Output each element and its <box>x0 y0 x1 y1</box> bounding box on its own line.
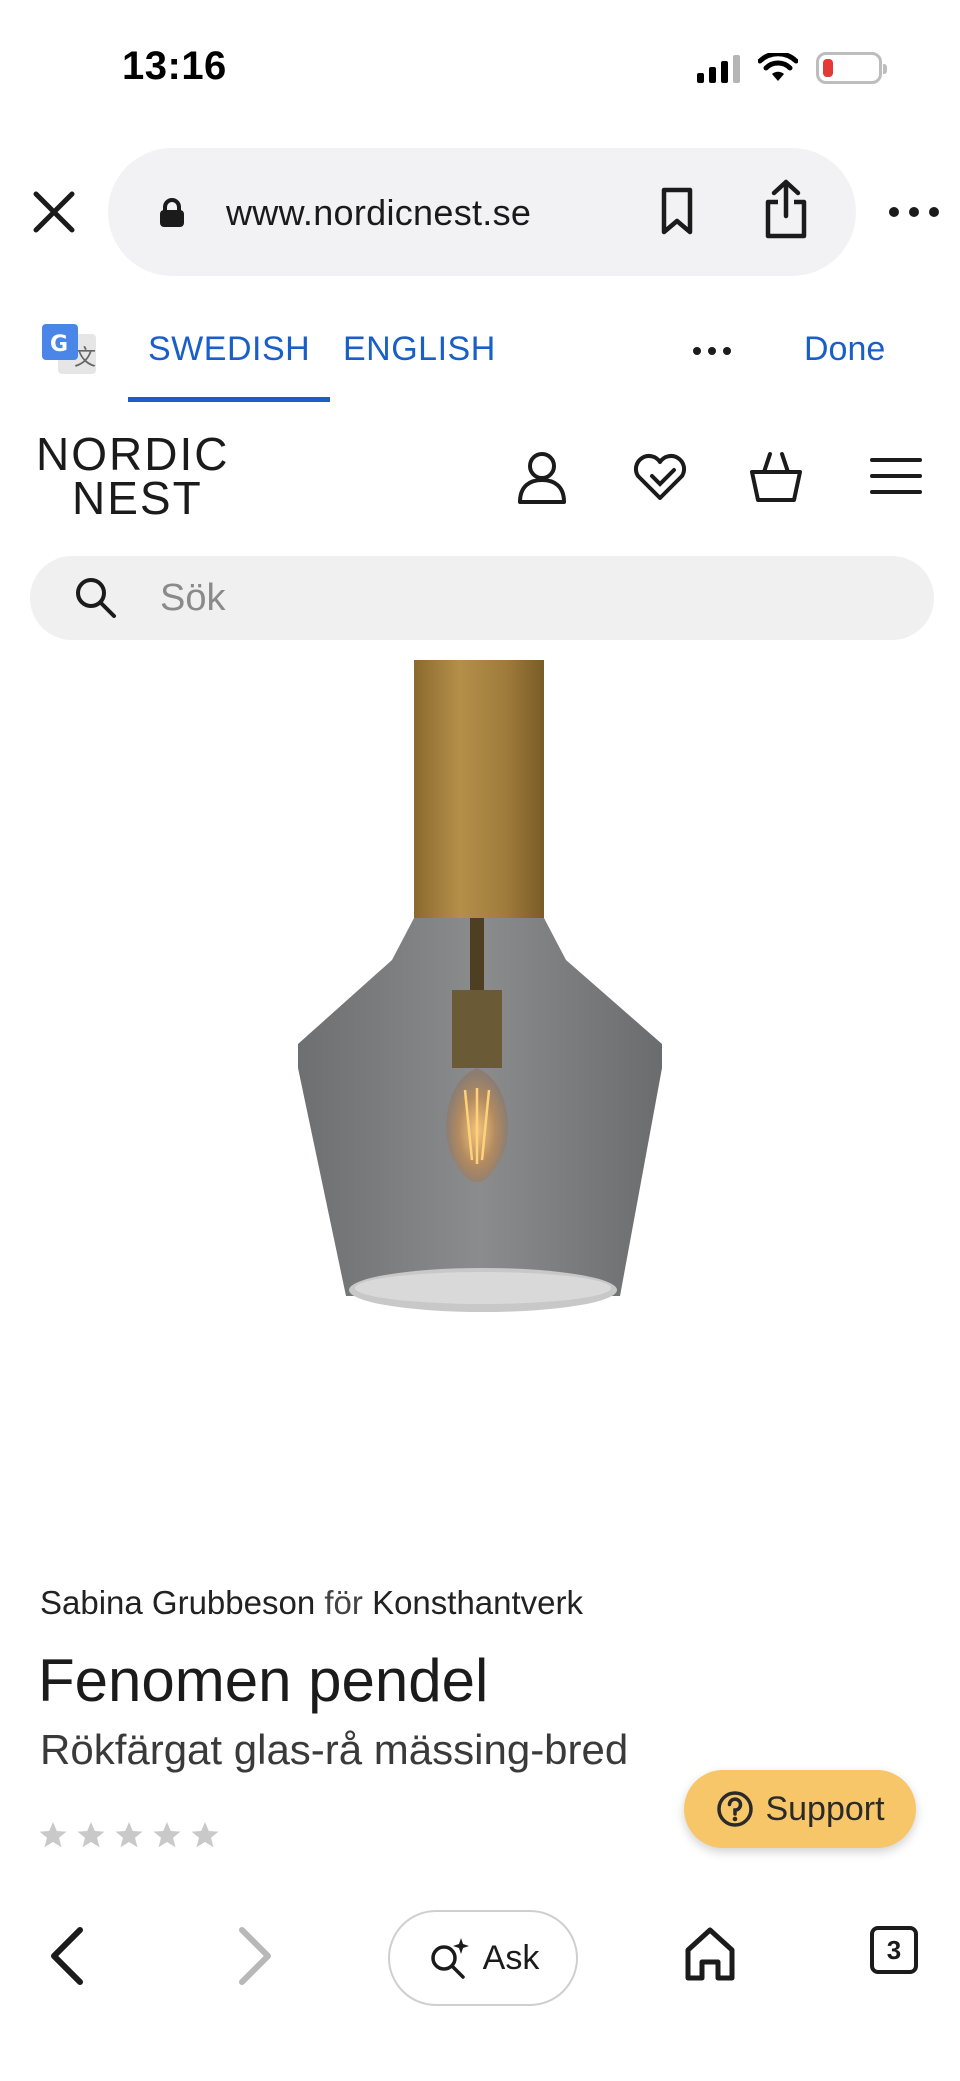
star-icon <box>153 1822 181 1848</box>
support-button[interactable]: Support <box>684 1770 916 1848</box>
share-icon[interactable] <box>762 178 810 240</box>
account-icon[interactable] <box>512 446 572 506</box>
cellular-signal-icon <box>697 53 740 83</box>
rating-stars[interactable] <box>38 1820 220 1850</box>
translate-more-icon[interactable] <box>690 344 734 358</box>
pendant-lamp-illustration <box>298 660 662 1312</box>
basket-icon[interactable] <box>746 446 806 506</box>
browser-bar: www.nordicnest.se <box>0 148 960 278</box>
translate-bar: 文 G SWEDISH ENGLISH Done <box>0 300 960 402</box>
logo-line-2: NEST <box>72 472 203 524</box>
tab-english[interactable]: ENGLISH <box>343 330 496 369</box>
tab-swedish[interactable]: SWEDISH <box>128 330 331 402</box>
translate-done-button[interactable]: Done <box>804 330 885 369</box>
product-title: Fenomen pendel <box>38 1647 489 1714</box>
status-time: 13:16 <box>122 44 227 88</box>
svg-text:G: G <box>50 332 68 357</box>
star-icon <box>39 1822 67 1848</box>
home-icon[interactable] <box>682 1924 738 1984</box>
brand-name[interactable]: Konsthantverk <box>372 1584 583 1621</box>
lock-icon <box>160 198 184 227</box>
question-icon <box>717 1791 754 1827</box>
forward-arrow-icon[interactable] <box>234 1924 278 1988</box>
star-icon <box>191 1822 219 1848</box>
ask-button[interactable]: Ask <box>388 1910 578 2006</box>
google-translate-icon[interactable]: 文 G <box>40 322 98 380</box>
search-input[interactable] <box>160 574 860 622</box>
bookmark-icon[interactable] <box>658 186 696 236</box>
wishlist-heart-icon[interactable] <box>630 446 690 506</box>
ask-label: Ask <box>482 1938 540 1977</box>
battery-icon <box>816 52 887 84</box>
support-label: Support <box>765 1789 885 1828</box>
star-icon <box>77 1822 105 1848</box>
designer-for: för <box>324 1584 363 1621</box>
url-text[interactable]: www.nordicnest.se <box>226 192 531 234</box>
menu-icon[interactable] <box>866 446 926 506</box>
product-image[interactable] <box>0 660 960 1540</box>
more-icon[interactable] <box>886 200 942 224</box>
search-box[interactable] <box>30 556 934 640</box>
product-variant: Rökfärgat glas-rå mässing-bred <box>40 1726 629 1773</box>
designer-name[interactable]: Sabina Grubbeson <box>40 1584 315 1621</box>
ask-sparkle-search-icon <box>430 1938 469 1979</box>
star-icon <box>115 1822 143 1848</box>
site-logo[interactable]: NORDIC NEST <box>36 431 229 524</box>
wifi-icon <box>758 53 798 81</box>
product-designer-line: Sabina Grubbeson för Konsthantverk <box>40 1584 583 1622</box>
browser-bottom-nav: Ask 3 <box>0 1880 960 2081</box>
site-header: NORDIC NEST <box>0 420 960 540</box>
status-indicators <box>697 52 887 84</box>
address-bar[interactable]: www.nordicnest.se <box>108 148 856 276</box>
search-icon <box>76 578 116 618</box>
back-arrow-icon[interactable] <box>44 1924 88 1988</box>
close-icon[interactable] <box>30 188 78 236</box>
status-bar: 13:16 <box>0 0 960 120</box>
tab-count-button[interactable]: 3 <box>870 1926 918 1974</box>
